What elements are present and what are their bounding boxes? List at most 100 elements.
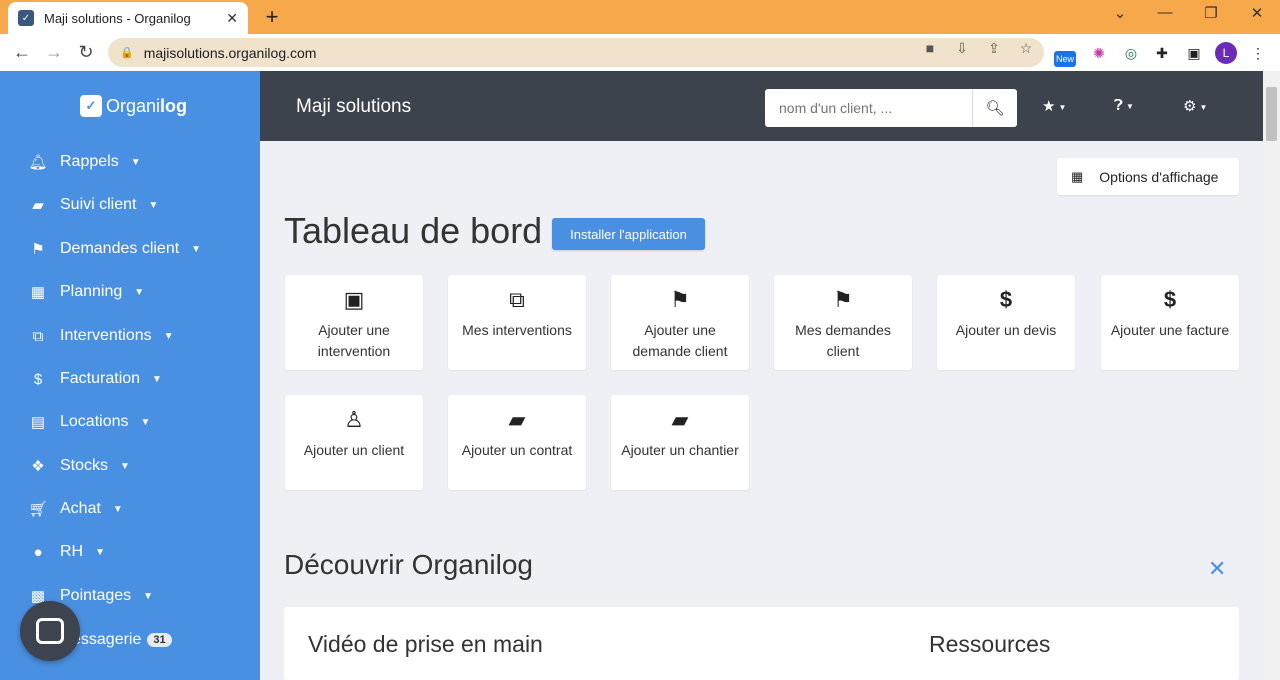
sidebar-item-facturation[interactable]: $ Facturation ▼ [0, 361, 260, 397]
sidebar-item-label: Planning [60, 283, 123, 300]
new-tab-icon[interactable]: + [260, 4, 284, 30]
minimize-icon[interactable]: — [1150, 4, 1180, 21]
sidebar-item-label: Pointages [60, 587, 132, 604]
back-icon[interactable]: ← [10, 42, 34, 63]
star-icon: ★ [1042, 98, 1056, 115]
share-icon[interactable]: ⇪ [984, 40, 1004, 57]
caret-down-icon: ▼ [143, 590, 154, 602]
sidebar-item-rh[interactable]: ● RH ▼ [0, 534, 260, 570]
client-search: 🔍︎ [765, 89, 1017, 127]
lock-icon: 🔒 [120, 47, 134, 59]
folder-open-icon: ▰ [32, 197, 44, 214]
caret-down-icon: ▼ [1126, 101, 1134, 111]
organilog-logo[interactable]: ✓ Organi log [80, 95, 187, 117]
browser-menu-icon[interactable]: ⋮ [1247, 42, 1269, 64]
scrollbar-thumb[interactable] [1266, 87, 1277, 141]
install-app-icon[interactable]: ⇩ [952, 40, 972, 57]
sidebar-item-achat[interactable]: 🛒︎ Achat ▼ [0, 491, 260, 527]
copy-icon: ⧉ [32, 327, 44, 345]
shortcut-add-quote[interactable]: $ Ajouter un devis [937, 275, 1075, 370]
window-close-icon[interactable]: ✕ [1242, 4, 1272, 22]
caret-down-icon: ▼ [95, 546, 106, 558]
sidebar-item-rappels[interactable]: 🔔︎ Rappels ▼ [0, 144, 260, 180]
unread-count-badge: 31 [147, 633, 172, 647]
restore-icon[interactable]: ❐ [1196, 4, 1226, 22]
settings-dropdown[interactable]: ⚙ ▼ [1183, 97, 1207, 115]
folder-open-icon: ▰ [508, 407, 526, 432]
bookmark-star-icon[interactable]: ☆ [1016, 40, 1036, 57]
flag-icon: ⚑ [31, 241, 45, 258]
tab-search-chevron-icon[interactable]: ⌄ [1105, 4, 1135, 22]
profile-avatar[interactable]: L [1215, 42, 1237, 64]
sidebar-item-label: Facturation [60, 370, 141, 387]
shortcut-add-intervention[interactable]: ▣ Ajouter une intervention [285, 275, 423, 370]
browser-tab[interactable]: ✓ Maji solutions - Organilog ✕ [8, 2, 248, 34]
sidebar: ✓ Organi log 🔔︎ Rappels ▼ ▰ Suivi client … [0, 71, 260, 680]
caret-down-icon: ▼ [130, 156, 141, 168]
close-tab-icon[interactable]: ✕ [226, 10, 238, 27]
chat-launcher-button[interactable] [20, 601, 80, 661]
sidebar-item-label: Interventions [60, 327, 152, 344]
discover-panel: Vidéo de prise en main Ressources [284, 607, 1239, 680]
resources-section-title: Ressources [929, 631, 1051, 657]
video-section-title: Vidéo de prise en main [308, 631, 543, 657]
organilog-logo-icon: ✓ [80, 95, 102, 117]
shortcut-my-client-requests[interactable]: ⚑ Mes demandes client [774, 275, 912, 370]
sidebar-item-locations[interactable]: ▤ Locations ▼ [0, 404, 260, 440]
close-icon[interactable]: ✕ [1208, 556, 1226, 582]
flag-icon: ⚑ [670, 287, 690, 312]
shortcut-add-site[interactable]: ▰ Ajouter un chantier [611, 395, 749, 490]
flag-icon: ⚑ [833, 287, 853, 312]
sidebar-item-label: Suivi client [60, 196, 137, 213]
search-button[interactable]: 🔍︎ [972, 89, 1017, 127]
search-input[interactable] [765, 89, 972, 127]
display-options-button[interactable]: ▦ Options d'affichage [1057, 158, 1239, 195]
cart-icon: 🛒︎ [28, 501, 48, 518]
colorful-extension-icon[interactable]: ✺ [1088, 42, 1110, 64]
calendar-icon: ▦ [30, 284, 46, 301]
discover-title: Découvrir Organilog [284, 549, 533, 580]
shortcut-add-client-request[interactable]: ⚑ Ajouter une demande client [611, 275, 749, 370]
folder-open-icon: ▰ [671, 407, 689, 432]
shortcut-my-interventions[interactable]: ⧉ Mes interventions [448, 275, 586, 370]
side-panel-icon[interactable]: ▣ [1183, 42, 1205, 64]
forward-icon[interactable]: → [42, 42, 66, 63]
caret-down-icon: ▼ [148, 199, 159, 211]
copy-icon: ⧉ [509, 287, 525, 312]
sidebar-item-label: Rappels [60, 153, 119, 170]
sidebar-item-label: Locations [60, 413, 129, 430]
browser-toolbar: ← → ↻ 🔒 majisolutions.organilog.com ■ ⇩ … [0, 34, 1280, 71]
shortcut-add-client[interactable]: ♙ Ajouter un client [285, 395, 423, 490]
dollar-icon: $ [1163, 287, 1177, 312]
caret-down-icon: ▼ [112, 503, 123, 515]
camera-icon[interactable]: ■ [920, 40, 940, 56]
sidebar-item-demandes-client[interactable]: ⚑ Demandes client ▼ [0, 231, 260, 267]
sidebar-item-interventions[interactable]: ⧉ Interventions ▼ [0, 318, 260, 354]
caret-down-icon: ▼ [1199, 102, 1208, 112]
help-dropdown[interactable]: ❓︎ ▼ [1114, 97, 1134, 114]
sidebar-item-stocks[interactable]: ❖ Stocks ▼ [0, 448, 260, 484]
address-bar[interactable]: 🔒 majisolutions.organilog.com [108, 38, 1044, 67]
organilog-favicon-icon: ✓ [18, 10, 34, 26]
shortcut-add-contract[interactable]: ▰ Ajouter un contrat [448, 395, 586, 490]
question-circle-icon: ❓︎ [1114, 97, 1124, 114]
sidebar-item-suivi-client[interactable]: ▰ Suivi client ▼ [0, 187, 260, 223]
install-app-button[interactable]: Installer l'application [552, 218, 705, 250]
user-outline-icon: ♙ [344, 407, 364, 432]
dollar-icon: $ [33, 370, 43, 388]
favorites-dropdown[interactable]: ★ ▼ [1042, 97, 1066, 115]
sidebar-item-label: Demandes client [60, 240, 180, 257]
grid-icon: ▦ [1071, 168, 1084, 184]
file-copy-icon: ▣ [343, 287, 365, 312]
shortcut-add-invoice[interactable]: $ Ajouter une facture [1101, 275, 1239, 370]
chat-bubble-icon [36, 618, 64, 644]
top-header: Maji solutions 🔍︎ ★▼ ❓︎▼ ⚙▼ [260, 71, 1263, 141]
reload-icon[interactable]: ↻ [74, 42, 98, 63]
new-extension-icon[interactable]: New [1054, 51, 1076, 67]
user-icon: ● [33, 543, 43, 561]
sidebar-item-label: RH [60, 543, 84, 560]
sidebar-item-planning[interactable]: ▦ Planning ▼ [0, 274, 260, 310]
grammar-extension-icon[interactable]: ◎ [1120, 42, 1142, 64]
extensions-puzzle-icon[interactable]: ✚ [1151, 42, 1173, 64]
page-scrollbar[interactable] [1263, 71, 1280, 680]
